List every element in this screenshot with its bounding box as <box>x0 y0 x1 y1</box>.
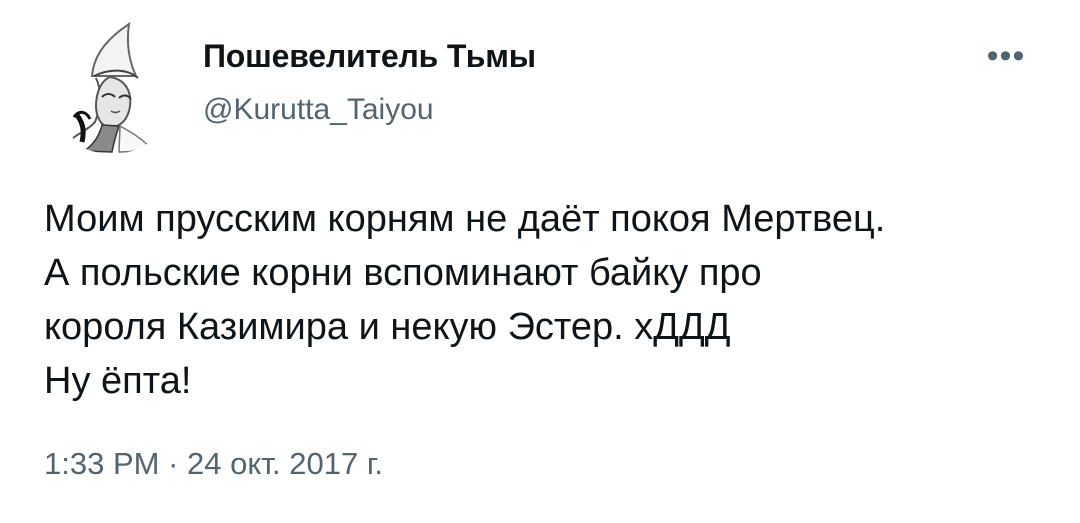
tweet-date[interactable]: 24 окт. 2017 г. <box>187 444 383 484</box>
timestamp-separator: · <box>168 446 179 481</box>
more-icon[interactable]: ••• <box>978 36 1034 76</box>
display-name[interactable]: Пошевелитель Тьмы <box>203 36 536 76</box>
tweet-card: Пошевелитель Тьмы @Kurutta_Taiyou ••• Мо… <box>0 0 1080 523</box>
tweet-text: Моим прусским корням не даёт покоя Мертв… <box>44 192 1054 408</box>
tweet-text-line: короля Казимира и некую Эстер. хДДД <box>44 306 731 348</box>
tweet-time[interactable]: 1:33 PM <box>44 444 159 484</box>
tweet-text-line: А польские корни вспоминают байку про <box>44 252 762 294</box>
anime-avatar-icon <box>46 20 178 153</box>
avatar[interactable] <box>44 18 180 154</box>
user-handle[interactable]: @Kurutta_Taiyou <box>203 92 434 128</box>
tweet-timestamp[interactable]: 1:33 PM · 24 окт. 2017 г. <box>44 444 383 484</box>
tweet-text-line: Моим прусским корням не даёт покоя Мертв… <box>44 198 886 240</box>
tweet-text-line: Ну ёпта! <box>44 360 192 402</box>
